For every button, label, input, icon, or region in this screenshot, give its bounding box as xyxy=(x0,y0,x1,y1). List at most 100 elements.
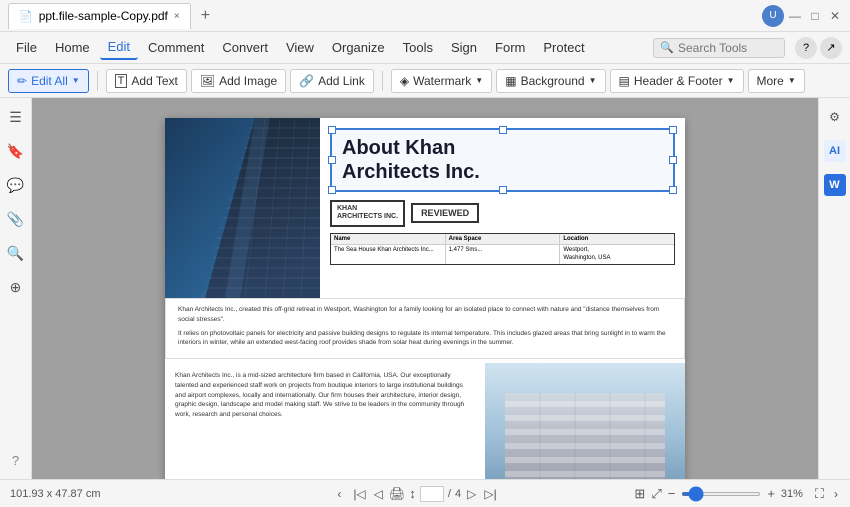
text-icon: T xyxy=(115,74,128,88)
cell-area: 1,477 Sms... xyxy=(446,245,561,265)
title-bar-right: U — □ ✕ xyxy=(762,5,842,27)
tab-close-btn[interactable]: × xyxy=(174,11,180,22)
title-bar: 📄 ppt.file-sample-Copy.pdf × + U — □ ✕ xyxy=(0,0,850,32)
profile-avatar[interactable]: U xyxy=(762,5,784,27)
nav-prev-area: ‹ xyxy=(335,487,343,501)
sidebar-attachments-icon[interactable]: 📎 xyxy=(5,208,27,230)
header-icon: ▤ xyxy=(619,74,630,88)
menu-sign[interactable]: Sign xyxy=(443,36,485,59)
info-table: Name Area Space Location The Sea House K… xyxy=(330,233,675,266)
cursor-icon[interactable]: ↕ xyxy=(409,486,416,501)
sidebar-layers-icon[interactable]: ⊕ xyxy=(5,276,27,298)
more-button[interactable]: More ▼ xyxy=(748,69,805,93)
window-controls: — □ ✕ xyxy=(788,9,842,23)
main-content: ☰ 🔖 💬 📎 🔍 ⊕ ? xyxy=(0,98,850,479)
header-footer-button[interactable]: ▤ Header & Footer ▼ xyxy=(610,69,744,93)
khan-logo: KHANARCHITECTS INC. xyxy=(330,200,405,227)
toolbar-separator-2 xyxy=(382,71,383,91)
help-icon[interactable]: ? xyxy=(795,37,817,59)
menu-convert[interactable]: Convert xyxy=(214,36,276,59)
search-tools-input[interactable] xyxy=(678,41,778,55)
right-settings-icon[interactable]: ⚙ xyxy=(824,106,846,128)
edit-icon: ✏ xyxy=(17,74,27,88)
menu-bar: File Home Edit Comment Convert View Orga… xyxy=(0,32,850,64)
page-top-right: About Khan Architects Inc. KHANARCHITECT… xyxy=(320,118,685,298)
menu-home[interactable]: Home xyxy=(47,36,98,59)
menu-form[interactable]: Form xyxy=(487,36,533,59)
pdf-tab[interactable]: 📄 ppt.file-sample-Copy.pdf × xyxy=(8,3,191,29)
menu-organize[interactable]: Organize xyxy=(324,36,393,59)
building-image-right xyxy=(485,363,685,479)
view-mode-icon[interactable]: ⊞ xyxy=(634,486,645,502)
title-container[interactable]: About Khan Architects Inc. xyxy=(330,128,675,192)
cell-name: The Sea House Khan Architects Inc... xyxy=(331,245,446,265)
print-icon[interactable]: 🖨 xyxy=(389,486,406,502)
reviewed-badge: REVIEWED xyxy=(411,203,479,223)
sidebar-thumbnails-icon[interactable]: ☰ xyxy=(5,106,27,128)
page-bottom-section: Khan Architects Inc., is a mid-sized arc… xyxy=(165,363,685,479)
image-icon: 🖼 xyxy=(200,74,215,88)
col-location: Location xyxy=(560,234,674,244)
menu-edit[interactable]: Edit xyxy=(100,35,138,60)
zoom-out-icon[interactable]: − xyxy=(668,486,676,501)
col-area: Area Space xyxy=(446,234,561,244)
left-sidebar: ☰ 🔖 💬 📎 🔍 ⊕ ? xyxy=(0,98,32,479)
add-image-button[interactable]: 🖼 Add Image xyxy=(191,69,286,93)
maximize-icon[interactable]: □ xyxy=(808,9,822,23)
next-page-btn[interactable]: ▷ xyxy=(465,487,478,501)
current-page-input[interactable]: 1 xyxy=(420,486,444,502)
scroll-right-btn[interactable]: › xyxy=(832,487,840,501)
zoom-in-icon[interactable]: + xyxy=(767,486,775,501)
menu-tools[interactable]: Tools xyxy=(395,36,441,59)
add-link-button[interactable]: 🔗 Add Link xyxy=(290,69,374,93)
sidebar-search-icon[interactable]: 🔍 xyxy=(5,242,27,264)
col-name: Name xyxy=(331,234,446,244)
menu-comment[interactable]: Comment xyxy=(140,36,212,59)
description-text-1: Khan Architects Inc., created this off-g… xyxy=(178,305,672,325)
close-window-icon[interactable]: ✕ xyxy=(828,9,842,23)
pdf-title-text: About Khan Architects Inc. xyxy=(342,136,663,184)
fullscreen-icon[interactable]: ⛶ xyxy=(815,486,824,502)
menu-view[interactable]: View xyxy=(278,36,322,59)
description-text-2: It relies on photovoltaic panels for ele… xyxy=(178,329,672,349)
title-bar-left: 📄 ppt.file-sample-Copy.pdf × + xyxy=(8,3,762,29)
right-word-icon[interactable]: W xyxy=(824,174,846,196)
right-sidebar: ⚙ AI W xyxy=(818,98,850,479)
info-table-header: Name Area Space Location xyxy=(331,234,674,245)
cell-location: Westport,Washington, USA xyxy=(560,245,674,265)
menu-protect[interactable]: Protect xyxy=(535,36,592,59)
edit-all-arrow: ▼ xyxy=(72,76,80,85)
link-icon: 🔗 xyxy=(299,74,314,88)
prev-page-btn[interactable]: ◁ xyxy=(372,487,385,501)
status-right: ⊞ ⤢ − + 31% ⛶ xyxy=(507,486,824,502)
add-text-button[interactable]: T Add Text xyxy=(106,69,187,93)
last-page-btn[interactable]: ▷| xyxy=(482,487,498,501)
about-text: Khan Architects Inc., is a mid-sized arc… xyxy=(165,363,485,479)
fit-page-icon[interactable]: ⤢ xyxy=(651,486,661,502)
menu-file[interactable]: File xyxy=(8,36,45,59)
scroll-left-btn[interactable]: ‹ xyxy=(335,487,343,501)
background-button[interactable]: ▦ Background ▼ xyxy=(496,69,605,93)
right-ai-icon[interactable]: AI xyxy=(824,140,846,162)
sidebar-help-icon[interactable]: ? xyxy=(5,449,27,471)
pdf-viewer[interactable]: About Khan Architects Inc. KHANARCHITECT… xyxy=(32,98,818,479)
settings-icon[interactable]: — xyxy=(788,9,802,23)
first-page-btn[interactable]: |◁ xyxy=(351,487,367,501)
watermark-button[interactable]: ◈ Watermark ▼ xyxy=(391,69,492,93)
zoom-slider[interactable] xyxy=(681,492,761,496)
info-table-row: The Sea House Khan Architects Inc... 1,4… xyxy=(331,245,674,265)
sidebar-comments-icon[interactable]: 💬 xyxy=(5,174,27,196)
edit-toolbar: ✏ Edit All ▼ T Add Text 🖼 Add Image 🔗 Ad… xyxy=(0,64,850,98)
nav-next-area: › xyxy=(832,487,840,501)
page-middle-section: Khan Architects Inc., created this off-g… xyxy=(165,298,685,359)
sidebar-bookmarks-icon[interactable]: 🔖 xyxy=(5,140,27,162)
background-icon: ▦ xyxy=(505,74,516,88)
toolbar-separator-1 xyxy=(97,71,98,91)
edit-all-button[interactable]: ✏ Edit All ▼ xyxy=(8,69,89,93)
search-tools-box[interactable]: 🔍 xyxy=(653,38,785,58)
pdf-page: About Khan Architects Inc. KHANARCHITECT… xyxy=(165,118,685,479)
building-image-left xyxy=(165,118,320,298)
share-icon[interactable]: ↗ xyxy=(820,37,842,59)
new-tab-button[interactable]: + xyxy=(197,7,214,25)
status-bar: 101.93 x 47.87 cm ‹ |◁ ◁ 🖨 ↕ 1 / 4 ▷ ▷| … xyxy=(0,479,850,507)
